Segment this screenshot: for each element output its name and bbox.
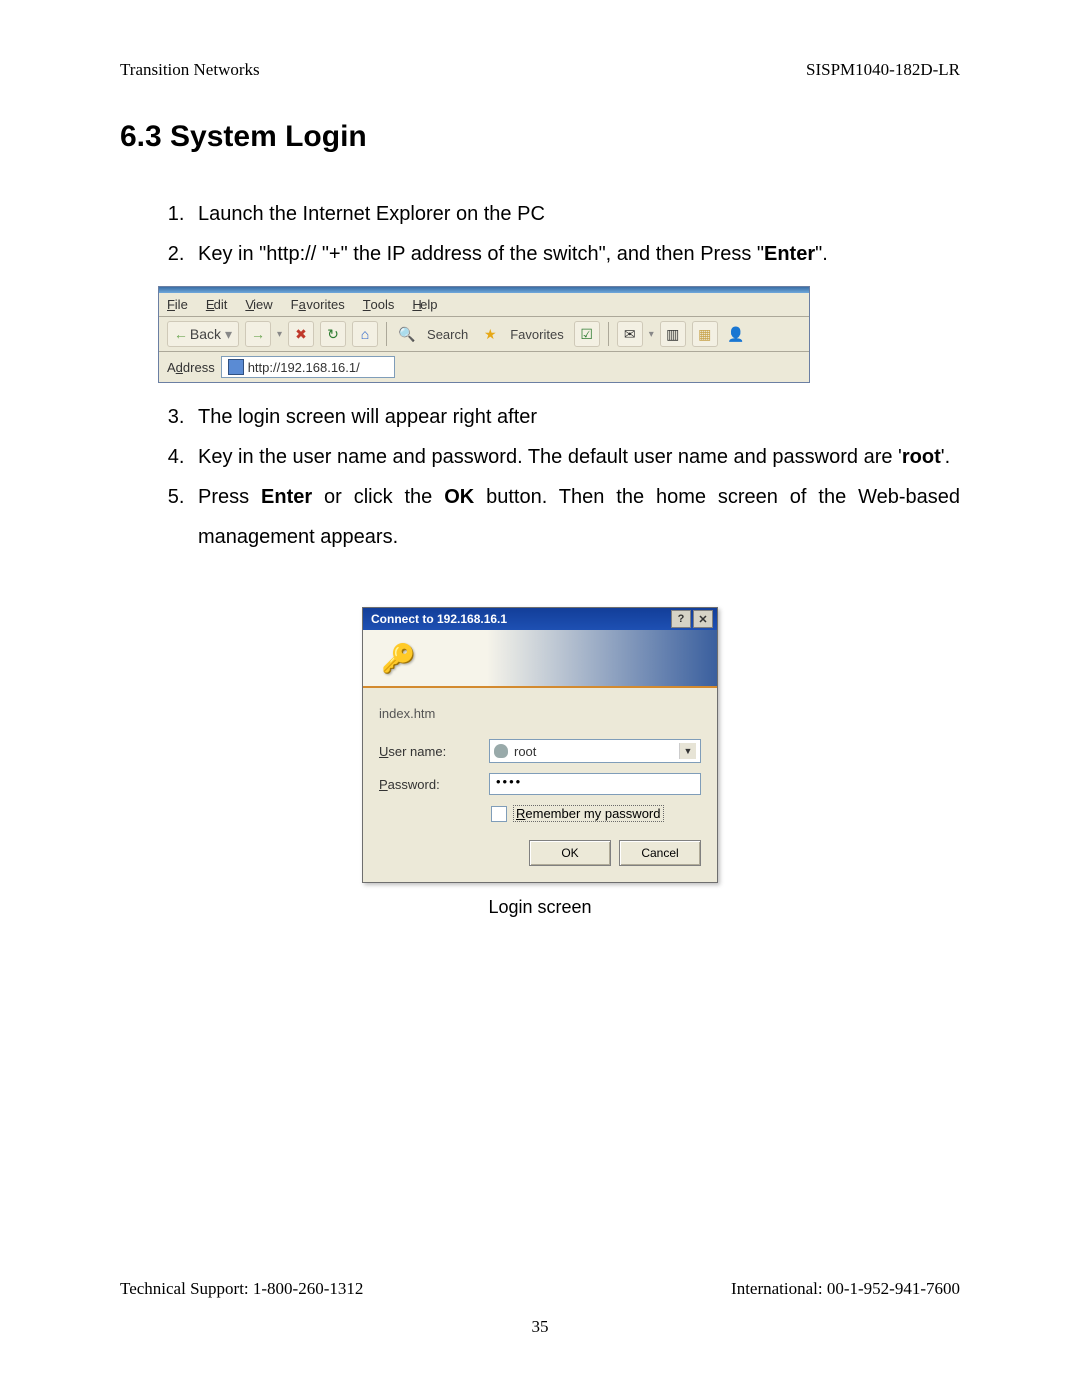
ie-toolbar: ← Back ▾ → ▾ ✖ ↻ ⌂ 🔍 Search ★ Favorites … xyxy=(159,317,809,352)
step-4-tail: '. xyxy=(941,446,950,468)
remember-checkbox[interactable] xyxy=(491,806,507,822)
favorites-star-icon: ★ xyxy=(478,322,502,346)
step-5-b1: Enter xyxy=(261,486,312,508)
user-icon xyxy=(494,744,508,758)
back-label: Back xyxy=(188,326,225,342)
back-button[interactable]: ← Back ▾ xyxy=(167,321,239,347)
address-url: http://192.168.16.1/ xyxy=(248,360,360,375)
stop-button[interactable]: ✖ xyxy=(288,321,314,347)
back-icon: ← xyxy=(174,326,188,342)
messenger-button[interactable]: 👤 xyxy=(724,322,748,346)
home-button[interactable]: ⌂ xyxy=(352,321,378,347)
username-value: root xyxy=(514,744,679,759)
step-2-bold: Enter xyxy=(764,243,815,265)
step-4-bold: root xyxy=(902,446,941,468)
keys-icon: 🔑 xyxy=(381,642,416,675)
footer-right: International: 00-1-952-941-7600 xyxy=(731,1279,960,1299)
menu-file[interactable]: File xyxy=(167,297,188,312)
menu-view[interactable]: View xyxy=(245,297,272,312)
media-button[interactable]: ☑ xyxy=(574,321,600,347)
menu-help[interactable]: Help xyxy=(412,297,437,312)
favorites-button[interactable]: Favorites xyxy=(508,327,567,342)
search-icon: 🔍 xyxy=(395,322,419,346)
ie-menubar: File Edit View Favorites Tools Help xyxy=(159,293,809,317)
ie-address-bar: Address http://192.168.16.1/ xyxy=(159,352,809,382)
figure-caption: Login screen xyxy=(120,897,960,918)
ok-button[interactable]: OK xyxy=(529,840,611,866)
dialog-titlebar: Connect to 192.168.16.1 ? ✕ xyxy=(363,608,717,630)
chevron-down-icon[interactable]: ▼ xyxy=(679,743,696,759)
close-button[interactable]: ✕ xyxy=(693,610,713,628)
password-label: Password: xyxy=(379,777,489,792)
help-button[interactable]: ? xyxy=(671,610,691,628)
dialog-title-text: Connect to 192.168.16.1 xyxy=(371,612,507,626)
menu-tools[interactable]: Tools xyxy=(363,297,395,312)
step-1: Launch the Internet Explorer on the PC xyxy=(190,194,960,234)
print-button[interactable]: ▥ xyxy=(660,321,686,347)
header-right: SISPM1040-182D-LR xyxy=(806,60,960,80)
edit-button[interactable]: ▦ xyxy=(692,321,718,347)
forward-button[interactable]: → xyxy=(245,321,271,347)
password-input[interactable]: •••• xyxy=(489,773,701,795)
address-input[interactable]: http://192.168.16.1/ xyxy=(221,356,395,378)
step-3: The login screen will appear right after xyxy=(190,397,960,437)
login-dialog: Connect to 192.168.16.1 ? ✕ 🔑 index.htm … xyxy=(362,607,718,883)
step-5-c: or click the xyxy=(312,486,444,508)
refresh-button[interactable]: ↻ xyxy=(320,321,346,347)
step-4-text: Key in the user name and password. The d… xyxy=(198,446,902,468)
username-label: User name: xyxy=(379,744,489,759)
mail-button[interactable]: ✉ xyxy=(617,321,643,347)
cancel-button[interactable]: Cancel xyxy=(619,840,701,866)
ie-window: File Edit View Favorites Tools Help ← Ba… xyxy=(158,286,810,383)
step-4: Key in the user name and password. The d… xyxy=(190,437,960,477)
username-input[interactable]: root ▼ xyxy=(489,739,701,763)
dialog-banner: 🔑 xyxy=(363,630,717,688)
menu-edit[interactable]: Edit xyxy=(206,297,228,312)
address-label: Address xyxy=(167,360,221,375)
step-2-tail: ". xyxy=(815,243,828,265)
dialog-realm: index.htm xyxy=(379,706,701,721)
page-number: 35 xyxy=(120,1317,960,1337)
menu-favorites[interactable]: Favorites xyxy=(291,297,345,312)
remember-label: Remember my password xyxy=(513,805,664,822)
header-left: Transition Networks xyxy=(120,60,260,80)
page-icon xyxy=(228,359,244,375)
step-5: Press Enter or click the OK button. Then… xyxy=(190,477,960,557)
search-button[interactable]: Search xyxy=(425,327,472,342)
step-5-b2: OK xyxy=(444,486,474,508)
step-2: Key in "http:// "+" the IP address of th… xyxy=(190,234,960,274)
footer-left: Technical Support: 1-800-260-1312 xyxy=(120,1279,363,1299)
step-2-text: Key in "http:// "+" the IP address of th… xyxy=(198,243,764,265)
step-5-a: Press xyxy=(198,486,261,508)
section-heading: 6.3 System Login xyxy=(120,120,960,154)
